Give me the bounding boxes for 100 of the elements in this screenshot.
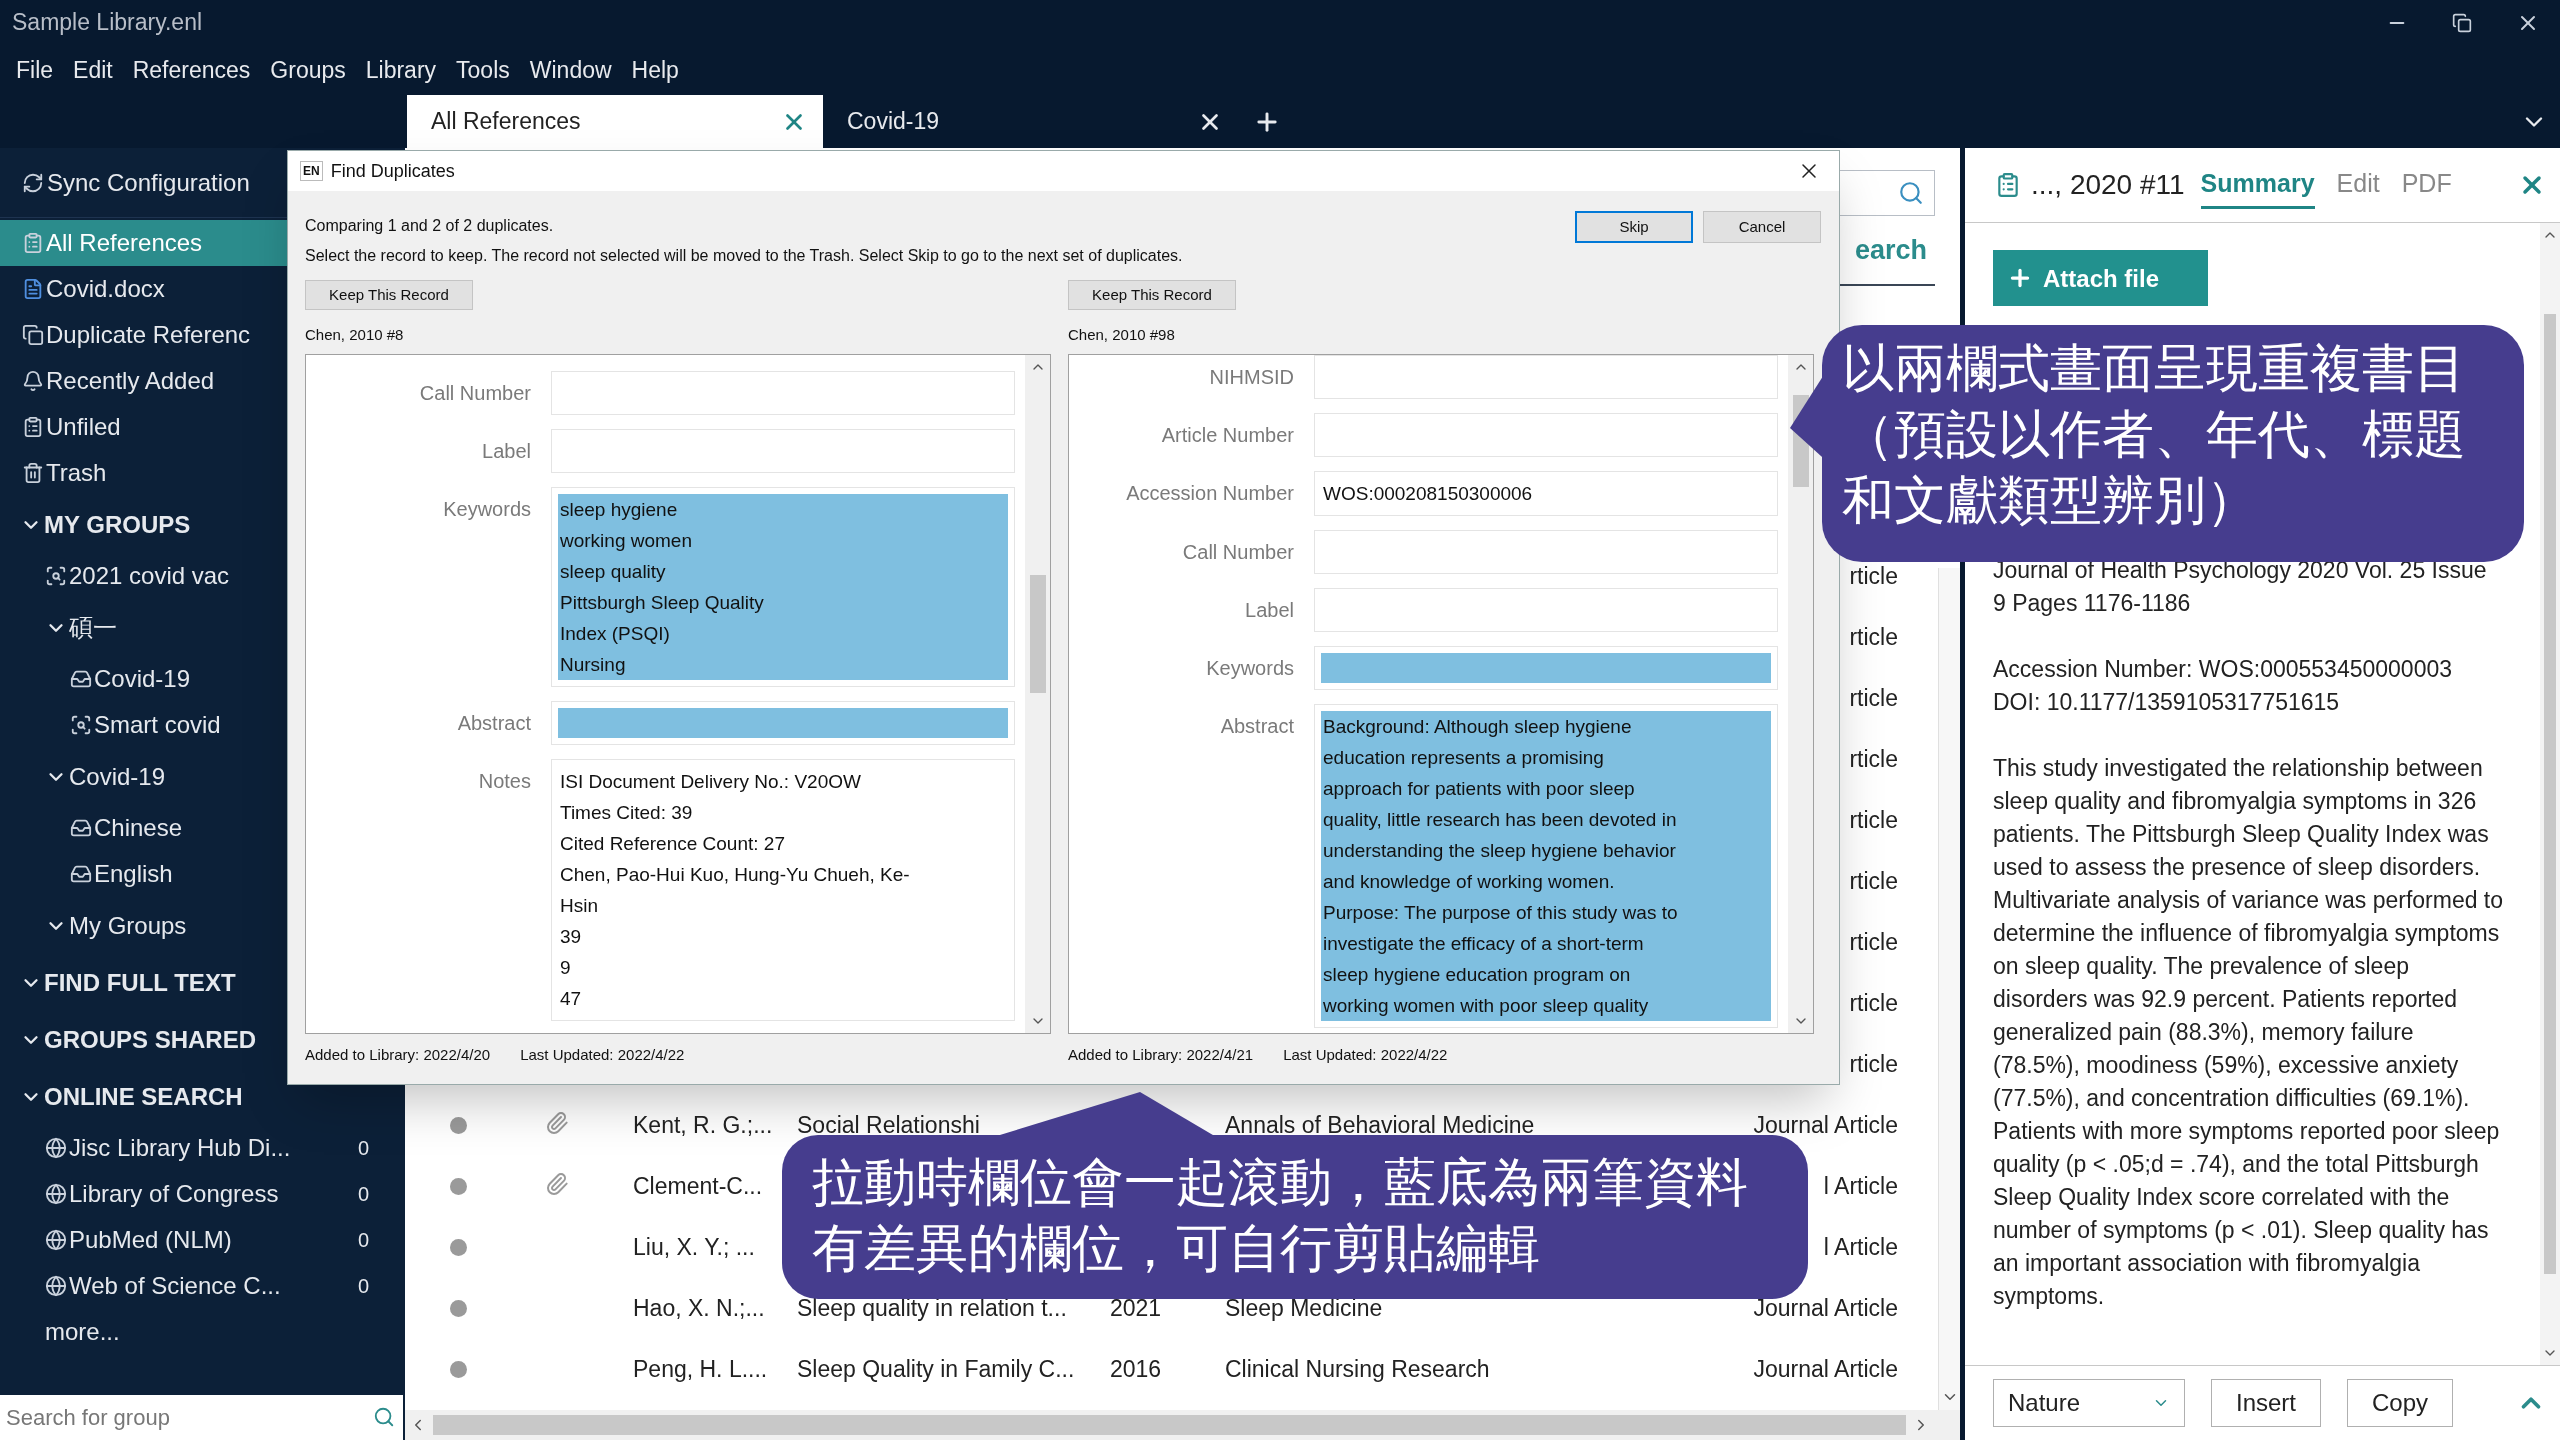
- section-heading[interactable]: GROUPS SHARED: [44, 1021, 257, 1058]
- style-dropdown[interactable]: Nature: [1993, 1379, 2185, 1427]
- paperclip-icon: [545, 1171, 569, 1196]
- journal-cell: Clinical Nursing Research: [1225, 1356, 1490, 1383]
- keep-record-button[interactable]: Keep This Record: [305, 280, 473, 310]
- section-heading[interactable]: FIND FULL TEXT: [44, 964, 236, 1001]
- field-box[interactable]: ISI Document Delivery No.: V20OW Times Cited: 39 Cited Reference Count: 27 Chen, Pao-Hui Kuo, Hung-Yu Chueh, Ke- Hsin 39 9 47: [551, 759, 1015, 1021]
- globe-icon: [45, 1275, 67, 1297]
- field-box[interactable]: [551, 371, 1015, 415]
- library-tab[interactable]: All References: [407, 95, 823, 148]
- scroll-thumb[interactable]: [433, 1415, 1906, 1435]
- type-cell: rticle: [1849, 746, 1898, 773]
- menu-item[interactable]: Window: [529, 52, 612, 88]
- updated-date: Last Updated: 2022/4/22: [1283, 1044, 1448, 1065]
- smart-group-item[interactable]: 2021 covid vac: [69, 558, 230, 594]
- menu-item[interactable]: Groups: [270, 52, 346, 88]
- sidebar-item[interactable]: Trash: [0, 450, 405, 496]
- field-box[interactable]: [1314, 646, 1778, 690]
- globe-icon: [45, 1137, 67, 1159]
- group-set-item[interactable]: Covid-19: [69, 758, 166, 795]
- panel-tab[interactable]: Summary: [2200, 161, 2315, 209]
- section-heading[interactable]: ONLINE SEARCH: [44, 1078, 243, 1115]
- search-tab[interactable]: earch: [1854, 229, 1935, 271]
- field-value: WOS:000208150300006: [1322, 482, 1534, 506]
- scroll-thumb[interactable]: [1029, 575, 1046, 693]
- field-box[interactable]: [551, 429, 1015, 473]
- type-cell: rticle: [1849, 624, 1898, 651]
- dialog-button[interactable]: Cancel: [1703, 211, 1821, 243]
- menu-item[interactable]: References: [132, 52, 251, 88]
- sync-configuration-link[interactable]: Sync Configuration: [47, 164, 250, 201]
- group-set-item[interactable]: My Groups: [69, 907, 187, 944]
- dialog-button[interactable]: Skip: [1575, 211, 1693, 243]
- scrollbar[interactable]: [1788, 355, 1813, 1033]
- tray-icon: [70, 668, 92, 690]
- online-search-item[interactable]: Web of Science C...: [69, 1268, 281, 1304]
- journal-cell: Annals of Behavioral Medicine: [1225, 1112, 1535, 1139]
- field-box[interactable]: [1314, 530, 1778, 574]
- horizontal-scrollbar[interactable]: [405, 1410, 1960, 1440]
- restore-icon[interactable]: [2452, 12, 2472, 33]
- section-heading[interactable]: MY GROUPS: [44, 506, 191, 543]
- group-set-item[interactable]: 碩一: [69, 609, 117, 646]
- scroll-thumb[interactable]: [2544, 314, 2556, 1274]
- author-cell: Liu, X. Y.; ...: [633, 1234, 755, 1261]
- updated-date: Last Updated: 2022/4/22: [520, 1044, 685, 1065]
- doi-text: DOI: 10.1177/1359105317751615: [1993, 688, 2341, 717]
- group-search-field[interactable]: Search for group: [0, 1395, 403, 1440]
- menu-item[interactable]: File: [16, 52, 54, 88]
- field-box[interactable]: WOS:000208150300006: [1314, 471, 1778, 516]
- callout-text: 拉動時欄位會一起滾動，藍底為兩筆資料 有差異的欄位，可自行剪貼編輯: [812, 1152, 1749, 1279]
- field-box[interactable]: [551, 701, 1015, 745]
- panel-button[interactable]: Insert: [2211, 1379, 2322, 1427]
- author-cell: Clement-C...: [633, 1173, 763, 1200]
- abstract-text: This study investigated the relationship between sleep quality and fibromyalgia symptoms in 326 patients. The Pittsburgh Sleep Quality Index was used to assess the presence of sleep disorders. Multivariate analysis of variance was performed to determine the influence of fibromyalgia symptoms on sleep quality. The prevalence of sleep disorders was 92.9 percent. Patients reported generalized pain (88.3%), memory failure (78.5%), moodiness (59%), excessive anxiety (77.5%), and concentration difficulties (69.1%). Patients with more symptoms reported poor sleep quality (p < .05;d = .74), and the total Pittsburgh Sleep Quality Index score correlated with the number of symptoms (p < .01). Sleep quality has an important association with fibromyalgia symptoms.: [1993, 754, 2504, 1311]
- panel-tab[interactable]: PDF: [2401, 161, 2452, 209]
- panel-button[interactable]: Copy: [2347, 1379, 2454, 1427]
- sync-icon[interactable]: [22, 171, 44, 194]
- group-item[interactable]: Chinese: [94, 810, 183, 846]
- search-icon[interactable]: [1898, 180, 1924, 206]
- field-label: NIHMSID: [1208, 365, 1294, 390]
- group-item[interactable]: English: [94, 856, 173, 892]
- menu-item[interactable]: Edit: [73, 52, 113, 88]
- record-heading: Chen, 2010 #98: [1068, 324, 1176, 345]
- keep-record-button[interactable]: Keep This Record: [1068, 280, 1236, 310]
- added-date: Added to Library: 2022/4/20: [305, 1044, 491, 1065]
- scrollbar[interactable]: [1025, 355, 1050, 1033]
- type-cell: l Article: [1823, 1234, 1898, 1261]
- field-box[interactable]: [1314, 355, 1778, 399]
- menu-item[interactable]: Library: [365, 52, 437, 88]
- more-link[interactable]: more...: [45, 1314, 120, 1350]
- field-label: Call Number: [418, 381, 531, 406]
- type-cell: rticle: [1849, 990, 1898, 1017]
- search-icon[interactable]: [373, 1406, 395, 1428]
- type-cell: Journal Article: [1753, 1356, 1898, 1383]
- online-search-item[interactable]: Jisc Library Hub Di...: [69, 1130, 291, 1166]
- menu-item[interactable]: Help: [631, 52, 679, 88]
- scrollbar[interactable]: [1938, 568, 1960, 1410]
- online-search-item[interactable]: PubMed (NLM): [69, 1222, 232, 1258]
- panel-tab[interactable]: Edit: [2336, 161, 2380, 209]
- field-label: Call Number: [1181, 540, 1294, 565]
- clipboard-icon: [22, 416, 44, 438]
- sidebar-item[interactable]: Recently Added: [0, 358, 405, 404]
- sidebar-item[interactable]: Unfiled: [0, 404, 405, 450]
- globe-icon: [45, 1183, 67, 1205]
- group-item[interactable]: Covid-19: [94, 661, 191, 697]
- field-label: Abstract: [456, 711, 531, 736]
- document-icon: [22, 278, 44, 300]
- smart-group-item[interactable]: Smart covid: [94, 707, 221, 743]
- type-cell: rticle: [1849, 929, 1898, 956]
- window-title: Sample Library.enl: [12, 8, 203, 38]
- attach-file-button[interactable]: Attach file: [1993, 250, 2208, 306]
- online-search-item[interactable]: Library of Congress: [69, 1176, 279, 1212]
- tray-icon: [70, 817, 92, 839]
- field-label: Label: [1244, 598, 1294, 623]
- menu-item[interactable]: Tools: [456, 52, 510, 88]
- title-cell: Sleep quality in relation t...: [797, 1295, 1067, 1322]
- author-cell: Peng, H. L....: [633, 1356, 768, 1383]
- scrollbar[interactable]: [2540, 223, 2560, 1365]
- type-cell: rticle: [1849, 563, 1898, 590]
- field-box[interactable]: [1314, 413, 1778, 457]
- field-box[interactable]: [1314, 588, 1778, 632]
